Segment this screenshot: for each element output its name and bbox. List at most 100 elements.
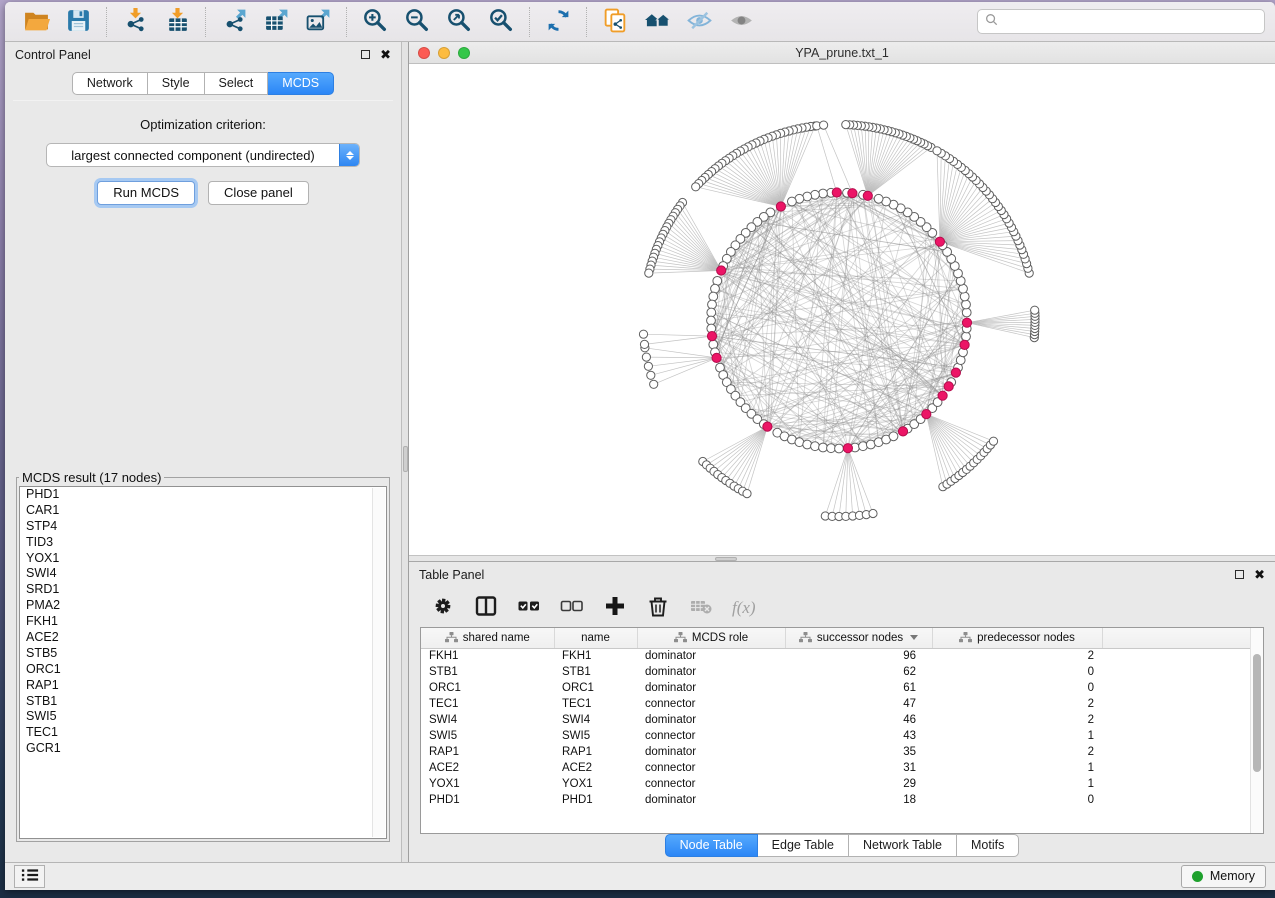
node[interactable] [647,371,655,379]
node[interactable] [707,308,716,317]
cell-predecessor-nodes[interactable]: 0 [932,792,1102,808]
mcds-node-item[interactable]: SWI5 [20,709,386,725]
zoom-out-button[interactable] [396,5,438,39]
cell-shared-name[interactable]: SWI5 [421,728,554,744]
delete-table-button[interactable] [689,594,713,621]
network-canvas[interactable] [409,64,1275,555]
node[interactable] [933,147,941,155]
table-row[interactable]: ACE2ACE2connector311 [421,760,1250,776]
node[interactable] [811,442,820,451]
cell-MCDS-role[interactable]: dominator [637,680,785,696]
export-network-button[interactable] [213,5,255,39]
table-scrollbar[interactable] [1250,628,1263,833]
mcds-node[interactable] [944,382,953,391]
node[interactable] [644,362,652,370]
zoom-in-button[interactable] [354,5,396,39]
column-header-predecessor-nodes[interactable]: predecessor nodes [932,628,1102,648]
mcds-node-item[interactable]: GCR1 [20,741,386,757]
mcds-node-item[interactable]: CAR1 [20,503,386,519]
result-list-scrollbar[interactable] [372,488,385,837]
node[interactable] [642,353,650,361]
mcds-node-item[interactable]: YOX1 [20,551,386,567]
cell-MCDS-role[interactable]: dominator [637,664,785,680]
cell-shared-name[interactable]: TEC1 [421,696,554,712]
cell-MCDS-role[interactable]: connector [637,728,785,744]
node[interactable] [1031,306,1039,314]
node[interactable] [842,121,850,129]
node[interactable] [962,332,971,341]
tab-motifs[interactable]: Motifs [957,834,1019,857]
minimize-window-icon[interactable] [438,47,450,59]
cell-shared-name[interactable]: PHD1 [421,792,554,808]
settings-button[interactable] [431,594,455,621]
cell-shared-name[interactable]: ACE2 [421,760,554,776]
mcds-node[interactable] [935,237,944,246]
cell-MCDS-role[interactable]: dominator [637,744,785,760]
node[interactable] [803,440,812,449]
tab-network-table[interactable]: Network Table [849,834,957,857]
node[interactable] [708,300,717,309]
mcds-node-item[interactable]: STP4 [20,519,386,535]
mcds-node[interactable] [951,368,960,377]
mcds-node[interactable] [960,340,969,349]
cell-shared-name[interactable]: STB1 [421,664,554,680]
node[interactable] [874,194,883,203]
table-row[interactable]: FKH1FKH1dominator962 [421,648,1250,664]
node[interactable] [788,197,797,206]
mcds-node-item[interactable]: STB5 [20,646,386,662]
cell-shared-name[interactable]: FKH1 [421,648,554,664]
node[interactable] [960,292,969,301]
node[interactable] [711,284,720,293]
table-row[interactable]: YOX1YOX1connector291 [421,776,1250,792]
deselect-all-button[interactable] [560,594,584,621]
cell-successor-nodes[interactable]: 31 [785,760,932,776]
export-table-button[interactable] [255,5,297,39]
mcds-node[interactable] [712,353,721,362]
cell-predecessor-nodes[interactable]: 0 [932,664,1102,680]
node[interactable] [645,269,653,277]
node[interactable] [859,442,868,451]
tab-mcds[interactable]: MCDS [268,72,334,95]
close-panel-icon[interactable]: ✖ [380,48,391,61]
tab-edge-table[interactable]: Edge Table [758,834,849,857]
float-panel-icon[interactable] [1235,570,1244,579]
function-builder-button[interactable]: f(x) [732,598,756,618]
mcds-node[interactable] [832,188,841,197]
mcds-node[interactable] [962,318,971,327]
scrollbar-thumb[interactable] [1253,654,1261,772]
mcds-node-item[interactable]: STB1 [20,694,386,710]
float-panel-icon[interactable] [361,50,370,59]
zoom-window-icon[interactable] [458,47,470,59]
cell-predecessor-nodes[interactable]: 2 [932,744,1102,760]
column-header-name[interactable]: name [554,628,637,648]
cell-predecessor-nodes[interactable]: 1 [932,728,1102,744]
hide-selected-button[interactable] [678,5,720,39]
cell-predecessor-nodes[interactable]: 1 [932,760,1102,776]
node[interactable] [962,300,971,309]
cell-successor-nodes[interactable]: 47 [785,696,932,712]
cell-successor-nodes[interactable]: 18 [785,792,932,808]
cell-MCDS-role[interactable]: dominator [637,648,785,664]
node[interactable] [709,340,718,349]
cell-shared-name[interactable]: ORC1 [421,680,554,696]
zoom-fit-button[interactable] [438,5,480,39]
table-row[interactable]: RAP1RAP1dominator352 [421,744,1250,760]
table-row[interactable]: STB1STB1dominator620 [421,664,1250,680]
horizontal-splitter[interactable] [409,555,1275,562]
mcds-result-list[interactable]: PHD1CAR1STP4TID3YOX1SWI4SRD1PMA2FKH1ACE2… [19,486,387,839]
node[interactable] [707,316,716,325]
mcds-node[interactable] [938,391,947,400]
mcds-node[interactable] [763,422,772,431]
mcds-node-item[interactable]: TEC1 [20,725,386,741]
table-row[interactable]: SWI4SWI4dominator462 [421,712,1250,728]
node[interactable] [989,437,997,445]
zoom-selected-button[interactable] [480,5,522,39]
cell-successor-nodes[interactable]: 62 [785,664,932,680]
cell-name[interactable]: YOX1 [554,776,637,792]
table-row[interactable]: PHD1PHD1dominator180 [421,792,1250,808]
splitter-grip[interactable] [403,446,408,472]
node[interactable] [820,121,828,129]
node[interactable] [869,509,877,517]
cell-predecessor-nodes[interactable]: 2 [932,696,1102,712]
cell-name[interactable]: RAP1 [554,744,637,760]
